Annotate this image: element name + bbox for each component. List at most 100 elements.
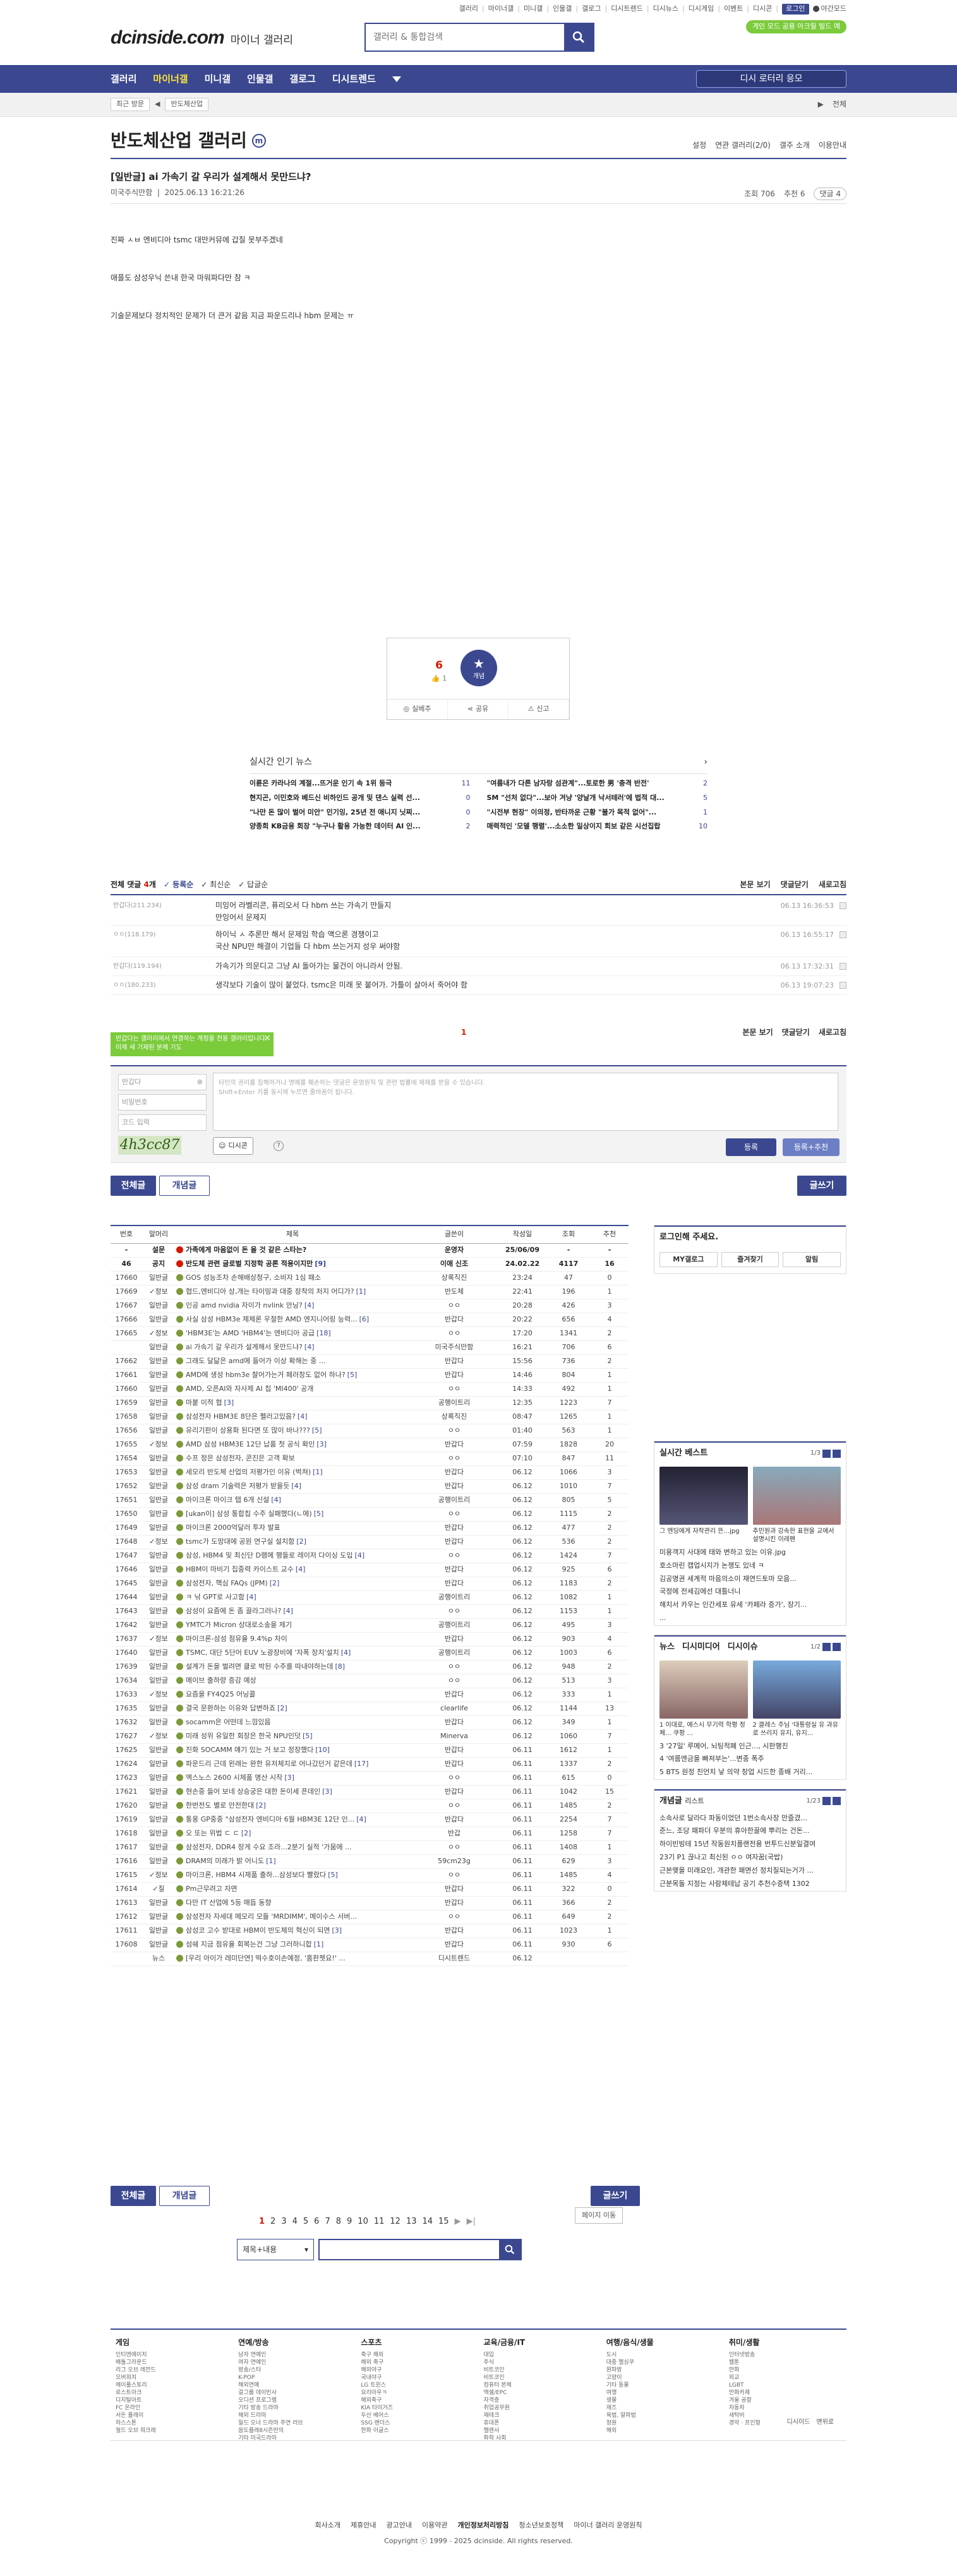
footer-link[interactable]: 요리아우ㅋ — [361, 2389, 473, 2397]
login-box-button[interactable]: 즐겨찾기 — [721, 1251, 779, 1268]
post-link-title[interactable]: 마이크론 마이크 탭 6개 신설 — [186, 1496, 269, 1504]
footer-link[interactable]: 메이플스토리 — [116, 2382, 228, 2389]
search-button[interactable] — [564, 24, 593, 51]
gallery-option[interactable]: 갤주 소개 — [779, 140, 810, 150]
footer-column-title[interactable]: 스포츠 — [361, 2337, 473, 2347]
footer-link[interactable]: 기타 미국드라마 — [238, 2435, 351, 2442]
chevron-left-icon[interactable]: ◀ — [155, 100, 160, 109]
table-row[interactable]: 17642 일반글 YMTC가 Micron 상대로소송을 제기 공행이트리 06.12… — [111, 1618, 629, 1633]
post-link-title[interactable]: 미래 성위 유일한 회장은 한국 NPU인덧 — [186, 1732, 301, 1740]
table-row[interactable]: 17651 일반글 마이크론 마이크 탭 6개 신설 [4] 공행이트리 06.12 805… — [111, 1493, 629, 1508]
footer-link[interactable]: 개인정보처리방침 — [457, 2521, 509, 2531]
view-body-button[interactable]: 본문 보기 — [742, 1027, 773, 1037]
footer-link[interactable]: 대입 — [484, 2351, 596, 2359]
news-title[interactable]: 매력적인 '모델 행렬'...소소한 일상이지 회보 같은 시선집랍 — [487, 822, 661, 832]
search-type-select[interactable]: 제목+내용 ▾ — [237, 2239, 314, 2260]
post-link-title[interactable]: 진화 SOCAMM 얘기 있는 거 보고 정장했다 — [186, 1746, 313, 1754]
post-link-title[interactable]: AMD 삼성 HBM3E 12단 납품 첫 공식 확인 — [186, 1440, 315, 1448]
post-link[interactable]: ㅋ 낚 GPT로 사고함 [4] — [175, 1590, 410, 1605]
concept-vote-button[interactable]: ★ 개념 — [460, 650, 497, 686]
post-link-title[interactable]: 마붙 이적 협 — [186, 1398, 222, 1407]
footer-link[interactable]: 이용약관 — [422, 2521, 447, 2531]
nickname-field[interactable]: 반갑다 ⊗ — [118, 1074, 207, 1090]
post-link[interactable]: 마이크론, HBM4 시제품 출하...삼성보다 빨랐다 [5] — [175, 1868, 410, 1883]
post-link-title[interactable]: 섬쉐 지금 점유율 회복는건 그냥 그러하니합 — [186, 1940, 312, 1948]
table-row[interactable]: 17637 ✓정보 마이크론-삼성 점유율 9.4%p 차이 반갑다 06.12 903 4 — [111, 1632, 629, 1647]
footer-link[interactable]: 월드 오브 워크래 — [116, 2427, 228, 2435]
sort-replies[interactable]: ✓ 답글순 — [238, 880, 268, 890]
table-row[interactable]: 17621 일반글 현손중 들어 보네 상승궁은 대한 돈이세 픈데인 [3] 반갑다 0… — [111, 1785, 629, 1799]
writer[interactable]: 반갑다 — [410, 1924, 498, 1938]
table-row[interactable]: 17647 일반글 삼성, HBM4 및 최신단 D램에 행들로 레이저 다이싱 도… — [111, 1549, 629, 1563]
post-link[interactable]: 삼성이 요즘에 돈 좀 끌라그러나? [4] — [175, 1604, 410, 1619]
all-posts-button[interactable]: 전체글 — [111, 2186, 156, 2206]
writer[interactable]: 반갑다 — [410, 1313, 498, 1327]
post-link[interactable]: 사실 삼성 HBM3e 제체론 우절한 AMD 엔지니어링 능력... [6] — [175, 1313, 410, 1327]
list-search-input[interactable] — [320, 2240, 499, 2259]
post-link[interactable]: AMD에 생성 hbm3e 찰어가는거 페러창도 없어 하나? [5] — [175, 1368, 410, 1383]
captcha-field[interactable]: 코드 입력 — [118, 1114, 207, 1131]
comment-nick[interactable]: 반갑다(211.234) — [113, 902, 162, 910]
footer-link[interactable]: 도시 — [606, 2351, 719, 2359]
concept-posts-button[interactable]: 개념글 — [159, 1176, 210, 1196]
table-row[interactable]: 17662 일반글 그래도 달닮은 amd에 들어가 이상 확해는 중 ... 반갑다… — [111, 1354, 629, 1369]
table-row[interactable]: 17617 일반글 삼성전자, DDR4 장게 수요 조라...2분기 실적 '가뭄… — [111, 1840, 629, 1855]
news-item[interactable]: 3 '27일' 루메어, 뇌팅적폐 인근..., 시판행진 — [654, 1740, 846, 1753]
submit-button[interactable]: 등록 — [726, 1138, 776, 1156]
writer[interactable]: ㅇㅇ — [410, 1799, 498, 1813]
tab-dc-issue[interactable]: 디시이슈 — [728, 1642, 758, 1653]
footer-link[interactable]: 외교 — [729, 2374, 841, 2382]
writer[interactable]: 반갑다 — [410, 1535, 498, 1549]
footer-link[interactable]: 디지털아트 — [116, 2397, 228, 2404]
post-link[interactable]: 마이크론-삼성 점유율 9.4%p 차이 — [175, 1632, 410, 1647]
post-link[interactable]: 수프 정은 삼성전자, 콘진은 고객 확보 — [175, 1452, 410, 1466]
comment-textarea[interactable]: 타인의 권리를 침해하거나 명예를 훼손하는 댓글은 운영원칙 및 관련 법률에… — [213, 1073, 838, 1131]
table-row[interactable]: 17633 ✓정보 요즘을 FY4Q25 어닝콜 반갑다 06.12 333 1 — [111, 1688, 629, 1702]
submit-recommend-button[interactable]: 등록+추천 — [783, 1138, 840, 1156]
post-link[interactable]: 한번전도 별로 안전한대 [2] — [175, 1799, 410, 1813]
page-link[interactable]: 2 — [270, 2216, 275, 2227]
footer-link[interactable]: 겨울 공항 — [729, 2397, 841, 2404]
news-title[interactable]: 이륜은 카라나의 계절...뜨거운 인기 속 1위 등극 — [250, 779, 392, 789]
post-link-title[interactable]: 메이브 출하량 증감 예상 — [186, 1676, 256, 1685]
post-link-title[interactable]: 한번전도 별로 안전한대 — [186, 1801, 254, 1810]
post-link[interactable]: 인공 amd nvidia 자이가 nvlink 안닝? [4] — [175, 1299, 410, 1313]
table-row[interactable]: 17648 ✓정보 tsmc가 도망대에 공원 연구실 설치함 [2] 반갑다 06.12… — [111, 1535, 629, 1549]
post-link-title[interactable]: 삼성전자, DDR4 장게 수요 조라...2분기 실적 '가뭄에 ... — [186, 1843, 352, 1851]
news-item[interactable]: 양종희 KB금융 회장 "누구나 활용 가능한 데이터 AI 인... 2 — [250, 822, 471, 832]
post-link-title[interactable]: 마이크론, HBM4 시제품 출하...삼성보다 빨랐다 — [186, 1871, 326, 1879]
view-body-button[interactable]: 본문 보기 — [740, 880, 770, 890]
writer[interactable]: 디시트렌드 — [410, 1952, 498, 1966]
post-link-title[interactable]: 다만 IT 산업에 5등 매듭 동향 — [186, 1899, 272, 1907]
post-link[interactable]: 섬쉐 지금 점유율 회복는건 그냥 그러하니합 [1] — [175, 1938, 410, 1952]
post-link[interactable]: 삼성전자, DDR4 장게 수요 조라...2분기 실적 '가뭄에 ... — [175, 1840, 410, 1855]
writer[interactable]: ㅇㅇ — [410, 1452, 498, 1466]
post-link-title[interactable]: DRAM의 미래가 밝 어니도 — [186, 1857, 264, 1865]
table-row[interactable]: 17658 일반글 삼성전자 HBM3E 8단은 펠러고있음? [4] 상록직진 08:4… — [111, 1410, 629, 1424]
gallery-option[interactable]: 연관 갤러리(2/0) — [715, 140, 771, 150]
page-jump-button[interactable]: 페이지 이동 — [575, 2207, 623, 2224]
post-link-title[interactable]: 마이크론 2000억달러 투자 발표 — [186, 1524, 280, 1532]
best-thumb[interactable]: 그 엔딩에게 자작관리 뜬...jpg — [659, 1466, 748, 1544]
post-link[interactable]: 설계가 돈을 벌려면 클로 박된 수주를 따내야하는데 [8] — [175, 1660, 410, 1674]
footer-column-title[interactable]: 여행/음식/생물 — [606, 2337, 719, 2347]
footer-link[interactable]: 해외 축구 — [361, 2359, 473, 2366]
help-icon[interactable]: ? — [274, 1141, 284, 1151]
table-row[interactable]: 17644 일반글 ㅋ 낚 GPT로 사고함 [4] 공행이트리 06.12 1082 1 — [111, 1590, 629, 1605]
page-link[interactable]: 13 — [406, 2216, 417, 2227]
post-link[interactable]: 다만 IT 산업에 5등 매듭 동향 — [175, 1896, 410, 1911]
next-icon[interactable] — [833, 1797, 841, 1806]
table-row[interactable]: 17634 일반글 메이브 출하량 증감 예상 ㅇㅇ 06.12 513 3 — [111, 1674, 629, 1688]
gnb-item[interactable]: 갤러리 — [111, 73, 136, 85]
news-item[interactable]: SM "선처 없다"...보아 겨냥 '양날개 낙서테러'에 법적 대... 5 — [487, 794, 708, 803]
top-link[interactable]: 로그인 — [782, 4, 809, 15]
table-row[interactable]: 17649 일반글 마이크론 2000억달러 투자 발표 반갑다 06.12 477 2 — [111, 1521, 629, 1535]
top-link[interactable]: 디시콘 — [753, 4, 772, 14]
to-top-link[interactable]: 맨위로 — [816, 2418, 834, 2427]
post-link[interactable]: [ukan이] 삼성 통합칩 수주 실패했다(ㄴ에) [5] — [175, 1507, 410, 1522]
news-title[interactable]: "시전부 현장" 이의정, 반타까운 근황 "불가 목적 없어"... — [487, 808, 657, 818]
page-link[interactable]: 15 — [438, 2216, 449, 2227]
footer-link[interactable]: 일드 오너 드라마 주연 러브 — [238, 2419, 351, 2427]
footer-link[interactable]: 광고안내 — [386, 2521, 411, 2531]
post-link-title[interactable]: ai 가속기 갈 우리가 설계해서 못만드냐? — [186, 1343, 303, 1351]
